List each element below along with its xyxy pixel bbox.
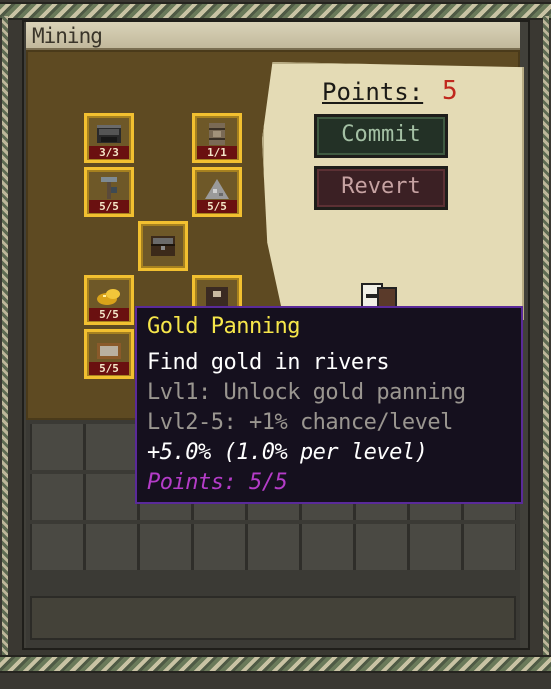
ore-pile-icon <box>205 179 229 199</box>
tooltip-bonus: +5.0% (1.0% per level) <box>147 440 428 465</box>
skill-tooltip: Gold Panning Find gold in rivers Lvl1: U… <box>135 306 523 504</box>
rope-border-left <box>2 16 8 655</box>
pickaxe-icon <box>101 177 117 199</box>
revert-button[interactable]: Revert <box>314 166 448 210</box>
skill-count: 5/5 <box>89 362 129 375</box>
skill-slot-gold-panning[interactable]: 5/5 <box>84 329 134 379</box>
chest-icon <box>151 236 175 256</box>
skill-count: 5/5 <box>89 200 129 213</box>
tooltip-level2: Lvl2-5: +1% chance/level <box>147 410 453 435</box>
points-value: 5 <box>442 76 458 106</box>
skill-count: 5/5 <box>197 200 237 213</box>
skill-slot-pickaxe[interactable]: 5/5 <box>84 167 134 217</box>
skill-slot-gold-nugget[interactable]: 5/5 <box>84 275 134 325</box>
gold-pan-icon <box>97 343 121 359</box>
tooltip-points: Points: 5/5 <box>147 470 288 495</box>
furnace-icon <box>97 125 121 143</box>
title-bar: Mining <box>26 22 520 50</box>
skill-slot-ore[interactable]: 5/5 <box>192 167 242 217</box>
tooltip-description: Find gold in rivers <box>147 350 390 375</box>
inventory-row[interactable] <box>30 524 516 570</box>
skill-slot-chest[interactable] <box>138 221 188 271</box>
skill-slot-barrel[interactable]: 1/1 <box>192 113 242 163</box>
skill-count: 3/3 <box>89 146 129 159</box>
tooltip-title: Gold Panning <box>147 314 300 339</box>
commit-button[interactable]: Commit <box>314 114 448 158</box>
points-label: Points: <box>322 78 424 106</box>
rope-border-bottom <box>0 655 551 673</box>
hotbar[interactable] <box>30 596 516 640</box>
rope-border-top <box>0 2 551 20</box>
gold-nugget-icon <box>97 289 120 305</box>
tooltip-level1: Lvl1: Unlock gold panning <box>147 380 466 405</box>
barrel-icon <box>209 123 225 145</box>
window-title: Mining <box>32 24 103 48</box>
skill-count: 1/1 <box>197 146 237 159</box>
skill-count: 5/5 <box>89 308 129 321</box>
rope-border-right <box>543 16 549 655</box>
skill-slot-furnace[interactable]: 3/3 <box>84 113 134 163</box>
